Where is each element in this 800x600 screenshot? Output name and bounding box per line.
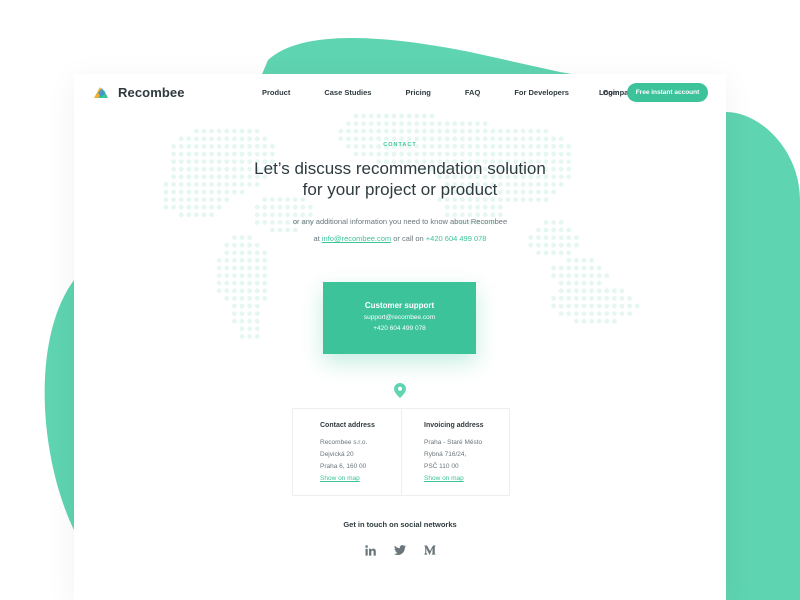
main-nav: Product Case Studies Pricing FAQ For Dev…: [262, 88, 637, 97]
social-title: Get in touch on social networks: [343, 520, 457, 529]
brand-name: Recombee: [118, 84, 185, 100]
invoicing-address-title: Invoicing address: [424, 422, 484, 429]
recombee-logo-icon: [94, 87, 108, 98]
invoicing-address-line: Rybná 716/24,: [424, 451, 467, 458]
contact-phone-link[interactable]: +420 604 499 078: [426, 234, 487, 243]
intro-line-1: or any additional information you need t…: [292, 217, 508, 226]
invoicing-address-lines: Praha - Staré Město Rybná 716/24, PSČ 11…: [424, 437, 482, 485]
login-link[interactable]: Login: [599, 88, 619, 97]
free-account-button[interactable]: Free instant account: [627, 83, 708, 102]
title-line-1: Let’s discuss recommendation solution: [254, 159, 546, 178]
social-links: [74, 544, 726, 556]
title-line-2: for your project or product: [302, 180, 498, 199]
linkedin-icon[interactable]: [364, 544, 376, 556]
contact-address-line: Praha 6, 160 00: [320, 463, 367, 470]
intro-line-2: at info@recombee.com or call on +420 604…: [74, 230, 726, 247]
nav-item-faq[interactable]: FAQ: [465, 88, 480, 97]
support-title: Customer support: [364, 301, 435, 310]
contact-address-lines: Recombee s.r.o. Dejvická 20 Praha 6, 160…: [320, 437, 367, 485]
nav-item-pricing[interactable]: Pricing: [405, 88, 430, 97]
page-title: Let’s discuss recommendation solution fo…: [74, 158, 726, 200]
page-card: Recombee Product Case Studies Pricing FA…: [74, 74, 726, 600]
intro-at: at: [313, 234, 320, 243]
intro-or-call: or call on: [393, 234, 424, 243]
contact-address-line: Recombee s.r.o.: [320, 439, 368, 446]
support-email[interactable]: support@recombee.com: [323, 314, 476, 321]
nav-item-for-developers[interactable]: For Developers: [514, 88, 569, 97]
nav-item-case-studies[interactable]: Case Studies: [324, 88, 371, 97]
intro-text: or any additional information you need t…: [74, 213, 726, 247]
nav-item-product[interactable]: Product: [262, 88, 290, 97]
address-box: Contact address Recombee s.r.o. Dejvická…: [292, 408, 510, 496]
invoicing-show-on-map-link[interactable]: Show on map: [424, 475, 464, 482]
twitter-icon[interactable]: [394, 544, 406, 556]
medium-icon[interactable]: [424, 544, 436, 556]
contact-address-title: Contact address: [320, 422, 375, 429]
contact-email-link[interactable]: info@recombee.com: [322, 234, 391, 243]
invoicing-address-line: Praha - Staré Město: [424, 439, 483, 446]
invoicing-address-line: PSČ 110 00: [424, 463, 459, 470]
section-eyebrow: CONTACT: [383, 142, 417, 148]
contact-address-line: Dejvická 20: [320, 451, 354, 458]
location-pin-icon: [394, 383, 406, 398]
support-phone[interactable]: +420 604 499 078: [323, 325, 476, 332]
contact-show-on-map-link[interactable]: Show on map: [320, 475, 360, 482]
customer-support-card: Customer support support@recombee.com +4…: [323, 282, 476, 354]
contact-address: Contact address Recombee s.r.o. Dejvická…: [293, 409, 400, 495]
logo[interactable]: Recombee: [92, 84, 185, 100]
invoicing-address: Invoicing address Praha - Staré Město Ry…: [401, 409, 509, 495]
